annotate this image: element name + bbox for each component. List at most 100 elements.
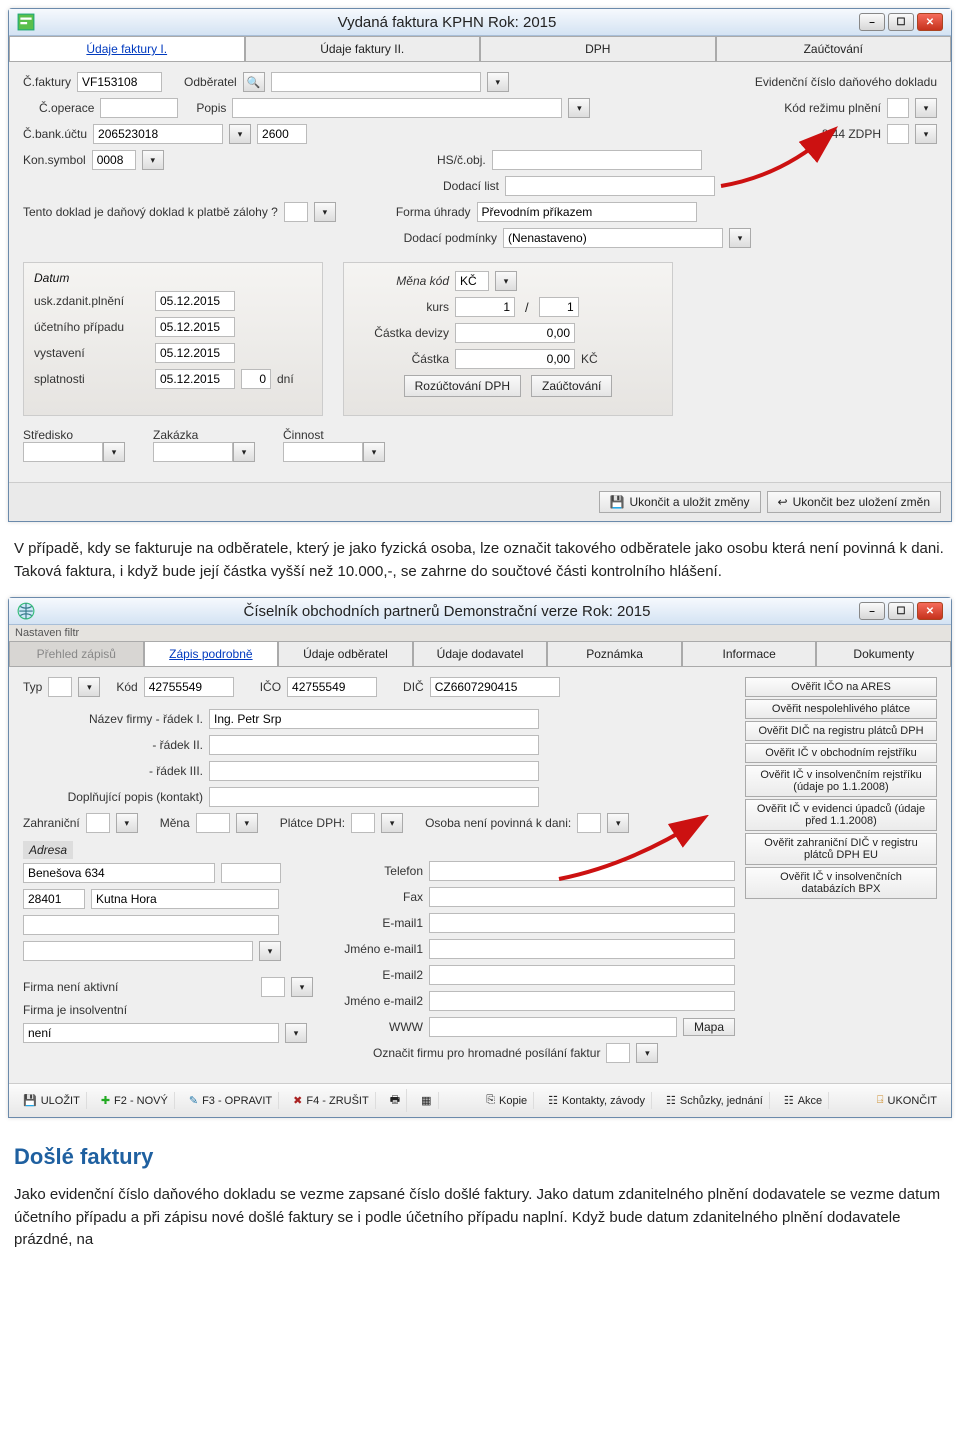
- odberatel-dropdown[interactable]: ▾: [487, 72, 509, 92]
- mena-dropdown[interactable]: ▾: [495, 271, 517, 291]
- zahr-input[interactable]: [86, 813, 110, 833]
- castka-dev-input[interactable]: [455, 323, 575, 343]
- tb-f4[interactable]: ✖F4 - ZRUŠIT: [287, 1092, 376, 1109]
- neni-dropdown[interactable]: ▾: [285, 1023, 307, 1043]
- cbank-input[interactable]: [93, 124, 223, 144]
- addr-row3-input[interactable]: [23, 915, 279, 935]
- tab-dph[interactable]: DPH: [480, 36, 716, 61]
- tb-ukoncit[interactable]: ⍈UKONČIT: [871, 1092, 943, 1109]
- tab-udaje-1[interactable]: Údaje faktury I.: [9, 36, 245, 61]
- dic-input[interactable]: [430, 677, 560, 697]
- osoba-dropdown[interactable]: ▾: [607, 813, 629, 833]
- date4-input[interactable]: [155, 369, 235, 389]
- addr-row4-dropdown[interactable]: ▾: [259, 941, 281, 961]
- s44-dropdown[interactable]: ▾: [915, 124, 937, 144]
- popis-dropdown[interactable]: ▾: [568, 98, 590, 118]
- tab-zapis[interactable]: Zápis podrobně: [144, 641, 279, 666]
- mena2-dropdown[interactable]: ▾: [236, 813, 258, 833]
- stredisko-input[interactable]: [23, 442, 103, 462]
- forma-input[interactable]: [477, 202, 697, 222]
- zakazka-dropdown[interactable]: ▾: [233, 442, 255, 462]
- fax-input[interactable]: [429, 887, 735, 907]
- kodrezimu-dropdown[interactable]: ▾: [915, 98, 937, 118]
- sidebtn-upadcu[interactable]: Ověřit IČ v evidenci úpadců (údaje před …: [745, 799, 937, 831]
- sidebtn-bpx[interactable]: Ověřit IČ v insolvenčních databázích BPX: [745, 867, 937, 899]
- odberatel-lookup-icon[interactable]: 🔍: [243, 72, 265, 92]
- odberatel-input[interactable]: [271, 72, 481, 92]
- s44-input[interactable]: [887, 124, 909, 144]
- mena2-input[interactable]: [196, 813, 230, 833]
- kurs1-input[interactable]: [455, 297, 515, 317]
- email2-input[interactable]: [429, 965, 735, 985]
- tb-f2[interactable]: ✚F2 - NOVÝ: [95, 1092, 175, 1109]
- minimize-button-2[interactable]: –: [859, 602, 885, 620]
- dopl-input[interactable]: [209, 787, 539, 807]
- tab-udaje-dod[interactable]: Údaje dodavatel: [413, 641, 548, 666]
- save-close-button[interactable]: 💾Ukončit a uložit změny: [599, 491, 761, 513]
- cfaktury-input[interactable]: [77, 72, 162, 92]
- addr-street-input[interactable]: [23, 863, 215, 883]
- tab-prehled[interactable]: Přehled zápisů: [9, 641, 144, 666]
- sidebtn-dic-reg[interactable]: Ověřit DIČ na registru plátců DPH: [745, 721, 937, 741]
- cinnost-dropdown[interactable]: ▾: [363, 442, 385, 462]
- mapa-button[interactable]: Mapa: [683, 1018, 735, 1036]
- tb-extra1[interactable]: 🖶: [384, 1089, 407, 1112]
- addr-row4-input[interactable]: [23, 941, 253, 961]
- addr-extra1-input[interactable]: [221, 863, 281, 883]
- konsymbol-input[interactable]: [92, 150, 136, 170]
- kod-input[interactable]: [144, 677, 234, 697]
- addr-city-input[interactable]: [91, 889, 279, 909]
- tab-udaje-odb[interactable]: Údaje odběratel: [278, 641, 413, 666]
- mena-input[interactable]: [455, 271, 489, 291]
- cbank-dropdown[interactable]: ▾: [229, 124, 251, 144]
- stredisko-dropdown[interactable]: ▾: [103, 442, 125, 462]
- tb-schuzky[interactable]: ☷Schůzky, jednání: [660, 1092, 770, 1109]
- tb-extra2[interactable]: ▦: [415, 1092, 438, 1109]
- date1-input[interactable]: [155, 291, 235, 311]
- sidebtn-insolv-2008[interactable]: Ověřit IČ v insolvenčním rejstříku (údaj…: [745, 765, 937, 797]
- tab-poznamka[interactable]: Poznámka: [547, 641, 682, 666]
- oznacit-dropdown[interactable]: ▾: [636, 1043, 658, 1063]
- nazev2-input[interactable]: [209, 735, 539, 755]
- cinnost-input[interactable]: [283, 442, 363, 462]
- date2-input[interactable]: [155, 317, 235, 337]
- www-input[interactable]: [429, 1017, 677, 1037]
- tb-akce[interactable]: ☷Akce: [778, 1092, 829, 1109]
- zauctovani-button[interactable]: Zaúčtování: [531, 375, 612, 397]
- coperace-input[interactable]: [100, 98, 178, 118]
- oznacit-input[interactable]: [606, 1043, 630, 1063]
- dodpod-dropdown[interactable]: ▾: [729, 228, 751, 248]
- date3-input[interactable]: [155, 343, 235, 363]
- jmeno1-input[interactable]: [429, 939, 735, 959]
- sidebtn-nespoleh[interactable]: Ověřit nespolehlivého plátce: [745, 699, 937, 719]
- jmeno2-input[interactable]: [429, 991, 735, 1011]
- dodaci-input[interactable]: [505, 176, 715, 196]
- tento-dropdown[interactable]: ▾: [314, 202, 336, 222]
- dodpod-input[interactable]: [503, 228, 723, 248]
- hscobj-input[interactable]: [492, 150, 702, 170]
- tb-kopie[interactable]: ⎘Kopie: [480, 1092, 534, 1109]
- tento-input[interactable]: [284, 202, 308, 222]
- platce-input[interactable]: [351, 813, 375, 833]
- zahr-dropdown[interactable]: ▾: [116, 813, 138, 833]
- kodrezimu-input[interactable]: [887, 98, 909, 118]
- tb-f3[interactable]: ✎F3 - OPRAVIT: [183, 1092, 279, 1109]
- maximize-button-2[interactable]: ☐: [888, 602, 914, 620]
- telefon-input[interactable]: [429, 861, 735, 881]
- sidebtn-ares[interactable]: Ověřit IČO na ARES: [745, 677, 937, 697]
- rozuctovani-button[interactable]: Rozúčtování DPH: [404, 375, 521, 397]
- dni-input[interactable]: [241, 369, 271, 389]
- firma-akt-input[interactable]: [261, 977, 285, 997]
- tab-informace[interactable]: Informace: [682, 641, 817, 666]
- sidebtn-zahr-dic[interactable]: Ověřit zahraniční DIČ v registru plátců …: [745, 833, 937, 865]
- close-button-2[interactable]: ✕: [917, 602, 943, 620]
- tab-dokumenty[interactable]: Dokumenty: [816, 641, 951, 666]
- popis-input[interactable]: [232, 98, 562, 118]
- addr-zip-input[interactable]: [23, 889, 85, 909]
- cancel-close-button[interactable]: ↩Ukončit bez uložení změn: [767, 491, 941, 513]
- osoba-input[interactable]: [577, 813, 601, 833]
- typ-dropdown[interactable]: ▾: [78, 677, 100, 697]
- tab-udaje-2[interactable]: Údaje faktury II.: [245, 36, 481, 61]
- kurs2-input[interactable]: [539, 297, 579, 317]
- typ-input[interactable]: [48, 677, 72, 697]
